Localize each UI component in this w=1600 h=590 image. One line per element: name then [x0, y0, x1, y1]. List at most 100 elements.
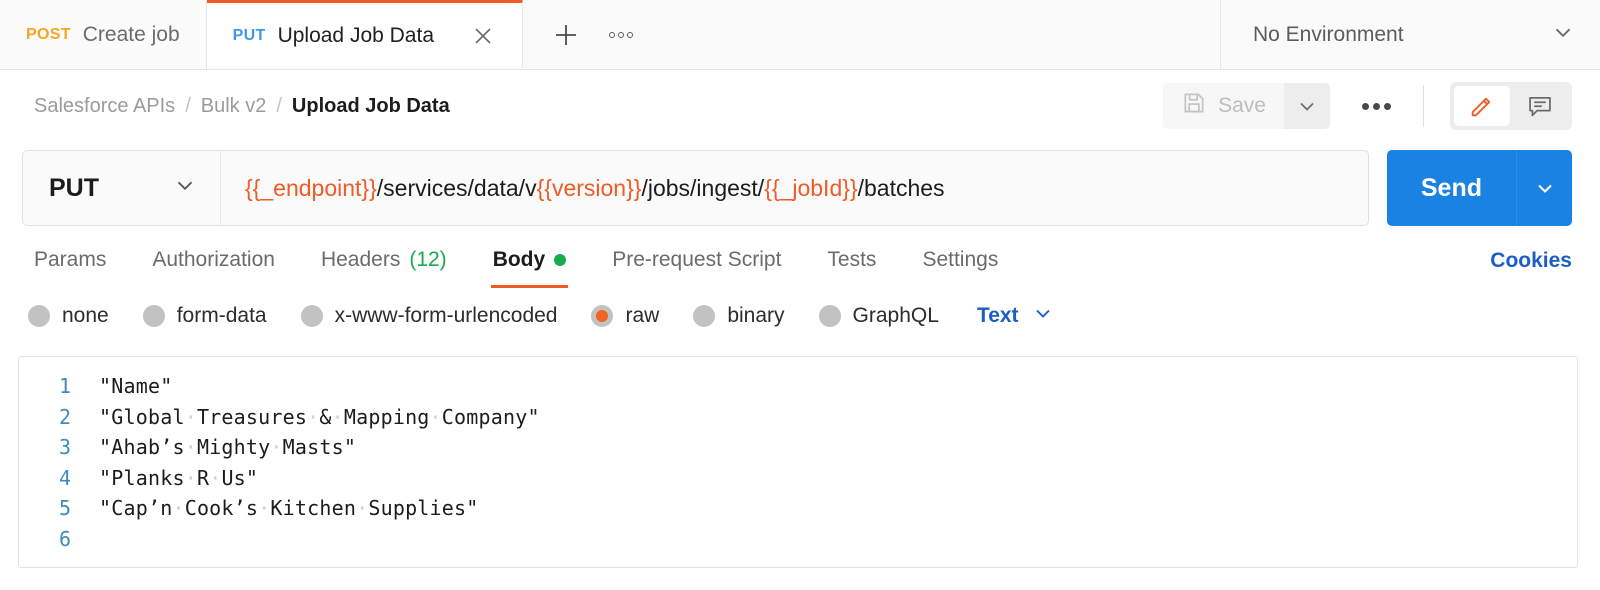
- line-number: 2: [58, 404, 71, 429]
- tab-bar-more-icon[interactable]: [605, 26, 637, 44]
- line-number: 1: [58, 374, 71, 398]
- body-type-form-data[interactable]: form-data: [142, 304, 267, 328]
- body-type-row: none form-data x-www-form-urlencoded raw…: [0, 290, 1600, 342]
- chevron-down-icon: [1550, 19, 1576, 50]
- line-number: 4: [58, 465, 71, 490]
- radio-selected-icon: [591, 305, 614, 327]
- radio-icon: [300, 305, 323, 327]
- editor-code-area[interactable]: "Name" "Global·Treasures·&·Mapping·Compa…: [85, 357, 1577, 567]
- tab-pre-request-script-label: Pre-request Script: [612, 248, 782, 271]
- save-button-label: Save: [1218, 94, 1266, 117]
- send-options-button[interactable]: [1516, 150, 1572, 226]
- request-more-actions-icon[interactable]: [1356, 93, 1397, 120]
- body-format-label: Text: [976, 304, 1019, 327]
- http-method-select[interactable]: PUT: [23, 151, 221, 225]
- body-type-raw[interactable]: raw: [591, 304, 659, 328]
- tab-title-label: Upload Job Data: [277, 23, 434, 47]
- tab-settings-label: Settings: [922, 248, 999, 271]
- tab-bar-actions: [523, 0, 663, 69]
- body-type-graphql-label: GraphQL: [852, 304, 939, 327]
- tab-bar-spacer: [663, 0, 1220, 69]
- request-section-tabs: Params Authorization Headers (12) Body P…: [0, 232, 1600, 290]
- body-modified-dot-icon: [554, 254, 567, 266]
- save-disk-icon: [1181, 90, 1207, 122]
- new-tab-plus-icon[interactable]: [549, 18, 583, 52]
- tab-authorization-label: Authorization: [152, 248, 275, 271]
- tab-params[interactable]: Params: [32, 234, 108, 288]
- breadcrumb: Salesforce APIs / Bulk v2 / Upload Job D…: [34, 95, 450, 118]
- line-number: 5: [58, 496, 71, 520]
- save-options-button[interactable]: [1284, 83, 1330, 129]
- request-tab-upload-job-data[interactable]: PUT Upload Job Data: [206, 0, 523, 68]
- radio-icon: [142, 305, 165, 327]
- radio-icon: [28, 305, 50, 327]
- cookies-link[interactable]: Cookies: [1490, 249, 1572, 273]
- chevron-down-icon: [172, 172, 198, 205]
- code-line: "Global·Treasures·&·Mapping·Company": [99, 404, 540, 429]
- tab-pre-request-script[interactable]: Pre-request Script: [610, 234, 783, 288]
- view-mode-toggle-group: [1450, 82, 1572, 130]
- code-line: "Planks·R·Us": [99, 465, 259, 490]
- url-static-2: /jobs/ingest/: [641, 174, 765, 201]
- code-line: "Cap’n·Cook’s·Kitchen·Supplies": [99, 496, 479, 520]
- code-line: "Name": [99, 374, 173, 398]
- url-row: PUT {{_endpoint}}/services/data/v {{versi…: [0, 150, 1600, 226]
- breadcrumb-item-request: Upload Job Data: [291, 94, 450, 117]
- body-type-binary[interactable]: binary: [693, 304, 785, 328]
- http-method-label: PUT: [49, 173, 99, 202]
- url-variable-version: {{version}}: [536, 174, 642, 201]
- edit-pencil-icon[interactable]: [1454, 86, 1510, 126]
- request-header-row: Salesforce APIs / Bulk v2 / Upload Job D…: [0, 70, 1600, 142]
- save-button[interactable]: Save: [1163, 83, 1284, 129]
- line-number: 6: [58, 526, 71, 551]
- url-variable-jobid: {{_jobId}}: [764, 174, 858, 201]
- tab-params-label: Params: [34, 248, 107, 271]
- breadcrumb-item-folder[interactable]: Bulk v2: [201, 95, 267, 118]
- comment-icon[interactable]: [1512, 86, 1568, 126]
- tab-method-label: PUT: [232, 26, 266, 44]
- tab-body[interactable]: Body: [490, 234, 569, 288]
- save-button-group: Save: [1163, 83, 1330, 129]
- body-type-binary-label: binary: [727, 304, 785, 327]
- body-type-raw-label: raw: [625, 304, 660, 327]
- tab-headers[interactable]: Headers (12): [319, 234, 449, 288]
- url-box: PUT {{_endpoint}}/services/data/v {{versi…: [22, 150, 1369, 226]
- radio-icon: [693, 305, 716, 327]
- breadcrumb-item-collection[interactable]: Salesforce APIs: [34, 95, 175, 118]
- environment-selector[interactable]: No Environment: [1220, 0, 1600, 69]
- send-button[interactable]: Send: [1387, 150, 1516, 226]
- close-icon[interactable]: [470, 23, 496, 49]
- body-type-none[interactable]: none: [28, 304, 109, 328]
- url-input[interactable]: {{_endpoint}}/services/data/v {{version}}…: [221, 151, 1368, 225]
- request-tab-create-job[interactable]: POST Create job: [0, 0, 207, 69]
- radio-icon: [818, 305, 841, 327]
- header-divider: [1423, 85, 1424, 127]
- tab-headers-count: (12): [409, 248, 447, 271]
- tab-tests-label: Tests: [827, 248, 877, 271]
- environment-label: No Environment: [1253, 22, 1404, 46]
- raw-body-editor[interactable]: 1 2 3 4 5 6 "Name" "Global·Treasures·&·M…: [18, 356, 1578, 568]
- body-type-urlencoded[interactable]: x-www-form-urlencoded: [300, 304, 558, 328]
- editor-line-number-gutter: 1 2 3 4 5 6: [19, 357, 85, 567]
- tab-bar: POST Create job PUT Upload Job Data No E…: [0, 0, 1600, 70]
- tab-method-label: POST: [26, 25, 71, 43]
- chevron-down-icon: [1031, 301, 1055, 331]
- body-format-select[interactable]: Text: [977, 301, 1055, 331]
- body-type-none-label: none: [62, 304, 109, 327]
- tab-body-label: Body: [492, 248, 546, 271]
- breadcrumb-separator: /: [276, 94, 282, 117]
- url-static-3: /batches: [857, 174, 945, 201]
- breadcrumb-separator: /: [185, 94, 191, 117]
- body-type-graphql[interactable]: GraphQL: [818, 304, 939, 328]
- body-type-form-data-label: form-data: [176, 304, 267, 327]
- tab-settings[interactable]: Settings: [920, 234, 1000, 288]
- tab-tests[interactable]: Tests: [825, 234, 878, 288]
- tab-headers-label: Headers: [320, 248, 401, 271]
- body-type-urlencoded-label: x-www-form-urlencoded: [334, 304, 558, 327]
- url-static-1: /services/data/v: [376, 174, 537, 201]
- send-button-group: Send: [1386, 150, 1572, 226]
- line-number: 3: [58, 435, 71, 459]
- tab-title-label: Create job: [82, 22, 180, 46]
- code-line: "Ahab’s·Mighty·Masts": [99, 435, 357, 459]
- tab-authorization[interactable]: Authorization: [150, 234, 277, 288]
